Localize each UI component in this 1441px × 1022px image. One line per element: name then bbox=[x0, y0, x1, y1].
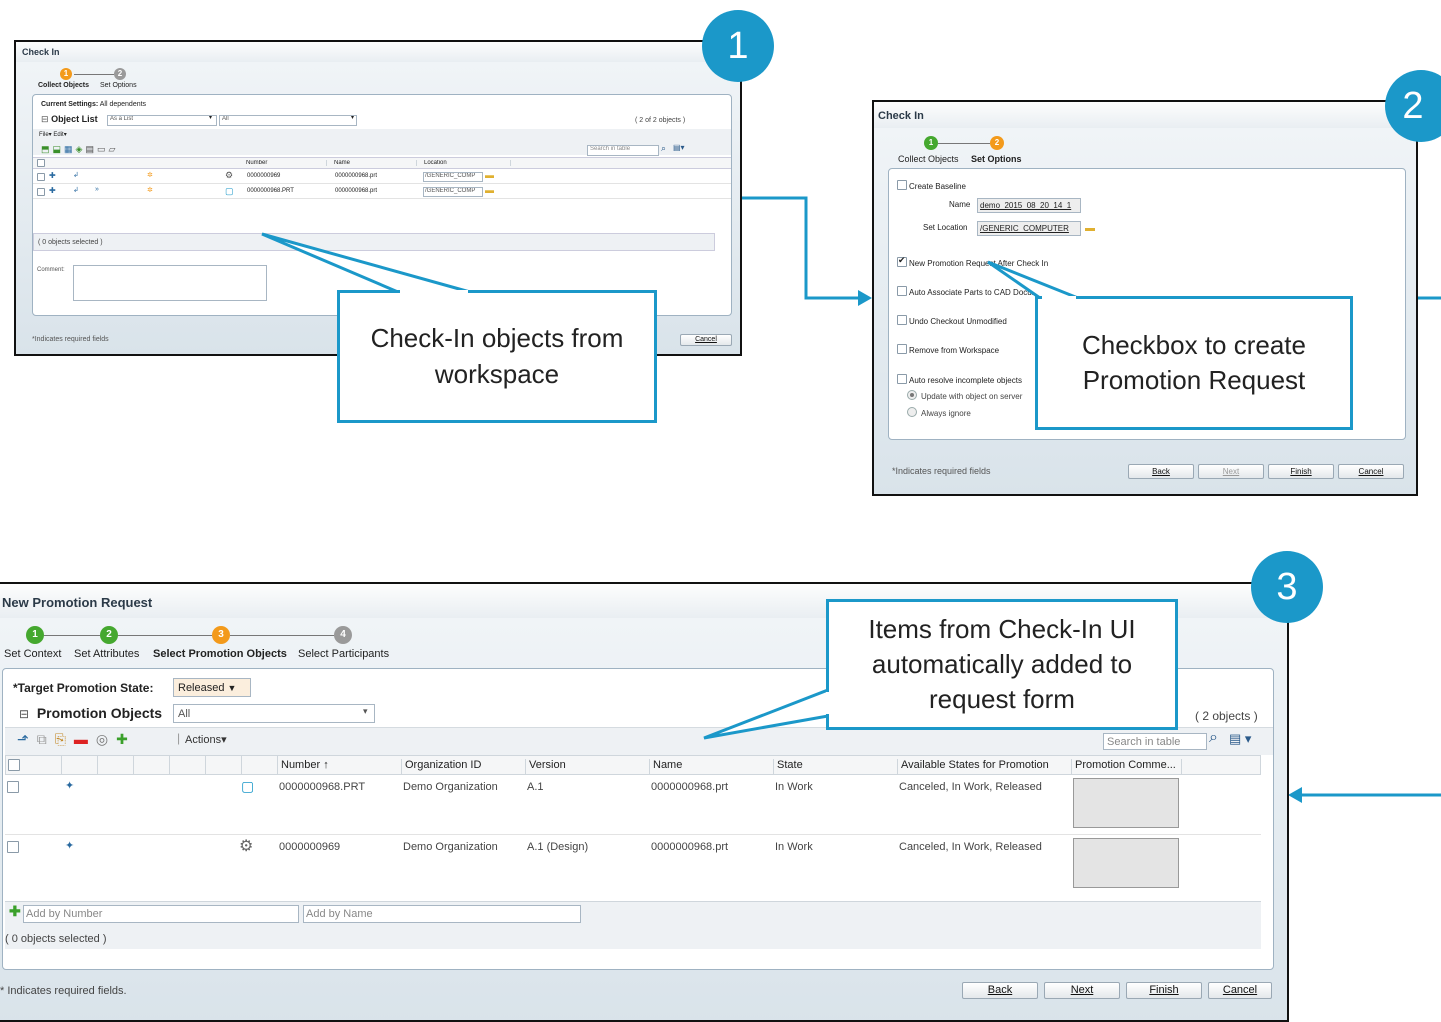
step-badge-3: 3 bbox=[1251, 551, 1323, 623]
callout-3-pointer-cover bbox=[826, 692, 830, 714]
step-badge-1: 1 bbox=[702, 10, 774, 82]
